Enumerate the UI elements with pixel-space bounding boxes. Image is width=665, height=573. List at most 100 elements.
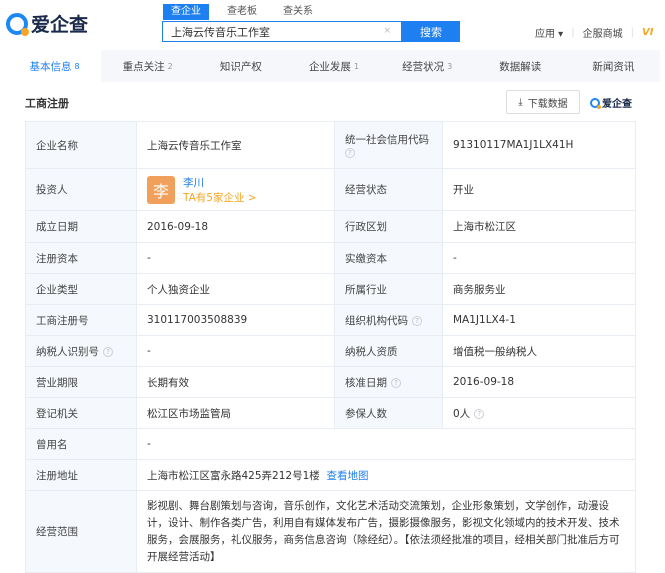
label: 企业类型 xyxy=(25,273,137,305)
logo-icon xyxy=(6,12,29,36)
help-icon[interactable]: ? xyxy=(474,408,485,419)
label: 经营状态 xyxy=(334,168,443,211)
industry: 商务服务业 xyxy=(442,273,636,305)
founded-date: 2016-09-18 xyxy=(136,210,335,243)
logo-icon xyxy=(590,97,601,109)
section-title: 工商注册 xyxy=(25,97,69,110)
search-tab-company[interactable]: 查企业 xyxy=(163,4,209,20)
investor-companies-link[interactable]: TA有5家企业 > xyxy=(183,190,257,205)
label: 经营范围 xyxy=(25,490,137,573)
address-cell: 上海市松江区富永路425弄212号1楼 查看地图 xyxy=(136,459,636,491)
tab-label: 数据解读 xyxy=(499,60,542,73)
label: 核准日期? xyxy=(334,366,443,398)
tab-operations[interactable]: 经营状况 3 xyxy=(381,50,474,82)
label: 统一社会信用代码? xyxy=(334,121,443,169)
taxpayer-id: - xyxy=(136,335,335,367)
paid-capital: - xyxy=(442,242,636,274)
search-tab-relation[interactable]: 查关系 xyxy=(275,4,321,20)
taxpayer-id-label: 纳税人识别号 xyxy=(36,345,99,358)
help-icon[interactable]: ? xyxy=(103,346,113,357)
tab-key-focus[interactable]: 重点关注 2 xyxy=(101,50,194,82)
tab-news[interactable]: 新闻资讯 xyxy=(567,50,660,82)
label: 所属行业 xyxy=(334,273,443,305)
label: 曾用名 xyxy=(25,428,137,460)
label: 工商注册号 xyxy=(25,304,137,336)
address: 上海市松江区富永路425弄212号1楼 xyxy=(147,469,320,482)
avatar: 李 xyxy=(147,175,175,204)
credit-code-label: 统一社会信用代码 xyxy=(345,133,429,146)
search-tab-boss[interactable]: 查老板 xyxy=(219,4,265,20)
taxpayer-qualification: 增值税一般纳税人 xyxy=(442,335,636,367)
investor-cell: 李李川 TA有5家企业 > xyxy=(136,168,335,211)
tab-label: 知识产权 xyxy=(219,60,262,73)
label: 投资人 xyxy=(25,168,137,211)
label: 纳税人识别号? xyxy=(25,335,137,367)
download-icon: ⤓ xyxy=(518,96,523,108)
org-code: MA1J1LX4-1 xyxy=(442,304,636,336)
reg-number: 310117003508839 xyxy=(136,304,335,336)
search-type-tabs: 查企业 查老板 查关系 xyxy=(163,4,331,20)
view-map-link[interactable]: 查看地图 xyxy=(326,470,368,482)
search-button[interactable]: 搜索 xyxy=(402,21,460,42)
tab-development[interactable]: 企业发展 1 xyxy=(287,50,380,82)
label: 注册地址 xyxy=(25,459,137,491)
vip-link[interactable]: VI xyxy=(642,27,653,38)
tab-label: 企业发展 xyxy=(308,60,351,73)
brand-text: 爱企查 xyxy=(602,99,632,110)
top-nav: 应用 ▾ | 企服商城 | VI xyxy=(535,25,654,40)
label: 参保人数 xyxy=(334,397,443,429)
logo-text: 爱企查 xyxy=(31,14,89,36)
service-mall-link[interactable]: 企服商城 xyxy=(583,25,623,40)
apps-menu[interactable]: 应用 ▾ xyxy=(535,25,563,40)
approval-date: 2016-09-18 xyxy=(442,366,636,398)
tab-count: 3 xyxy=(447,61,453,71)
search-input[interactable]: 上海云传音乐工作室 × xyxy=(162,21,402,42)
tab-ip[interactable]: 知识产权 xyxy=(194,50,287,82)
tab-label: 重点关注 xyxy=(122,60,165,73)
label: 纳税人资质 xyxy=(334,335,443,367)
help-icon[interactable]: ? xyxy=(391,377,401,388)
label: 实缴资本 xyxy=(334,242,443,274)
tab-label: 新闻资讯 xyxy=(592,60,635,73)
insured-count: 0人 xyxy=(453,407,471,420)
business-scope: 影视剧、舞台剧策划与咨询，音乐创作，文化艺术活动交流策划，企业形象策划，文学创作… xyxy=(136,490,636,573)
clear-icon[interactable]: × xyxy=(383,26,391,36)
region: 上海市松江区 xyxy=(442,210,636,243)
reg-capital: - xyxy=(136,242,335,274)
tab-data-analysis[interactable]: 数据解读 xyxy=(474,50,567,82)
label: 企业名称 xyxy=(25,121,137,169)
label: 成立日期 xyxy=(25,210,137,243)
tab-count: 2 xyxy=(167,61,173,71)
tab-basic-info[interactable]: 基本信息 8 xyxy=(8,50,102,82)
insured-cell: 0人? xyxy=(442,397,636,429)
help-icon[interactable]: ? xyxy=(412,315,422,326)
logo[interactable]: 爱企查 xyxy=(6,10,88,37)
tab-label: 基本信息 xyxy=(29,60,72,73)
label: 注册资本 xyxy=(25,242,137,274)
download-label: 下载数据 xyxy=(527,98,568,110)
tab-count: 1 xyxy=(353,61,360,71)
company-type: 个人独资企业 xyxy=(136,273,335,305)
label: 营业期限 xyxy=(25,366,137,398)
company-name: 上海云传音乐工作室 xyxy=(136,121,335,169)
tab-count: 8 xyxy=(74,61,80,71)
credit-code: 91310117MA1J1LX41H xyxy=(442,121,636,169)
help-icon[interactable]: ? xyxy=(345,147,355,158)
search-value: 上海云传音乐工作室 xyxy=(171,25,270,39)
section-tabs: 基本信息 8 重点关注 2 知识产权 企业发展 1 经营状况 3 数据解读 新闻资讯 xyxy=(8,50,660,82)
reg-authority: 松江区市场监管局 xyxy=(136,397,335,429)
header: 爱企查 查企业 查老板 查关系 上海云传音乐工作室 × 搜索 应用 ▾ | 企服商城… xyxy=(0,0,665,48)
label: 行政区划 xyxy=(334,210,443,243)
org-code-label: 组织机构代码 xyxy=(345,314,408,327)
tab-label: 经营状况 xyxy=(402,60,445,73)
former-name: - xyxy=(136,428,636,460)
registration-table: 企业名称 上海云传音乐工作室 统一社会信用代码? 91310117MA1J1LX41H… xyxy=(25,121,636,573)
approval-label: 核准日期 xyxy=(345,376,387,389)
status: 开业 xyxy=(442,168,636,211)
label: 登记机关 xyxy=(25,397,137,429)
investor-name-link[interactable]: 李川 xyxy=(183,175,257,190)
business-term: 长期有效 xyxy=(136,366,335,398)
brand-watermark: 爱企查 xyxy=(590,95,632,110)
label: 组织机构代码? xyxy=(334,304,443,336)
download-button[interactable]: ⤓ 下载数据 xyxy=(506,90,580,114)
